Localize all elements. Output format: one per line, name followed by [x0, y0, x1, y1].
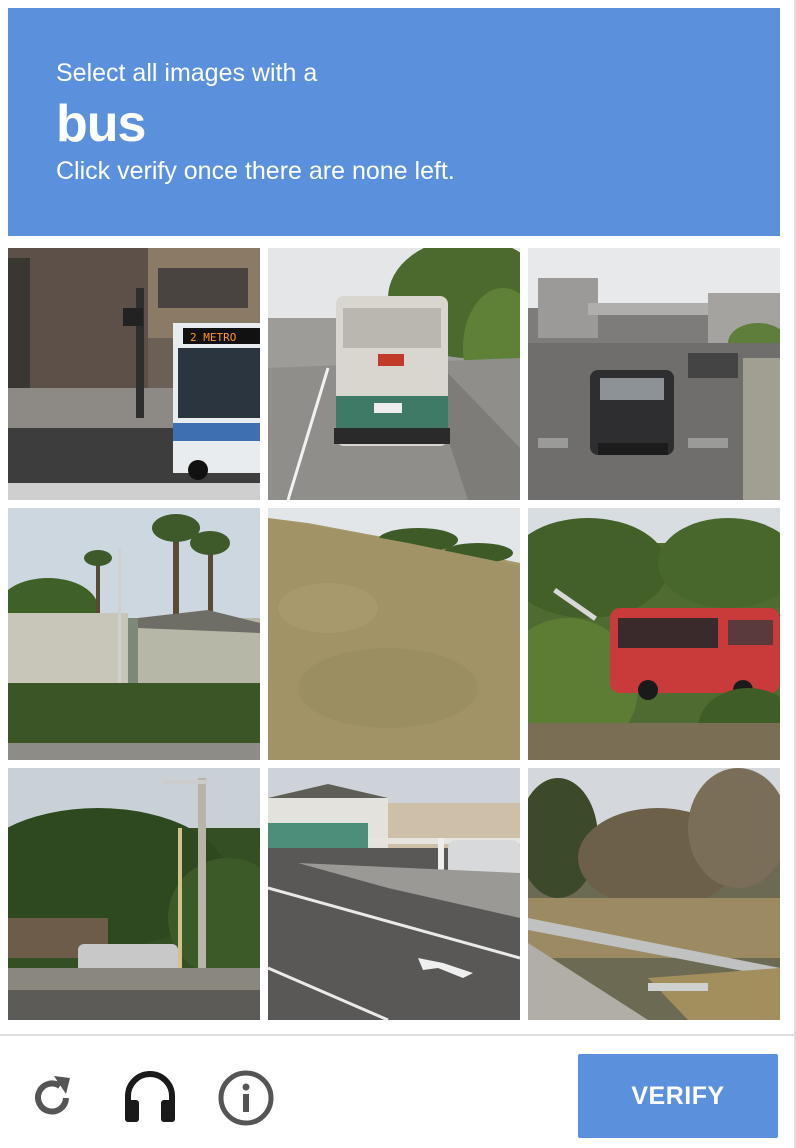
power-pole-trees-image — [8, 768, 260, 1020]
grassy-hill-image — [268, 508, 520, 760]
guard-rail-trees-image — [528, 768, 780, 1020]
image-tile-9[interactable] — [528, 768, 780, 1020]
reload-icon — [35, 1076, 70, 1115]
image-tile-5[interactable] — [268, 508, 520, 760]
captcha-challenge: Select all images with a bus Click verif… — [0, 0, 796, 1148]
target-keyword: bus — [56, 95, 146, 153]
info-icon — [218, 1070, 274, 1126]
instruction-text: Select all images with a — [56, 59, 318, 87]
street-suv-image — [528, 248, 780, 500]
image-tile-4[interactable] — [8, 508, 260, 760]
bus-rear-road-image — [268, 248, 520, 500]
reload-button[interactable] — [22, 1068, 82, 1128]
image-tile-6[interactable] — [528, 508, 780, 760]
image-tile-7[interactable] — [8, 768, 260, 1020]
red-bus-trees-image — [528, 508, 780, 760]
bus-intersection-image: 2 METRO — [8, 248, 260, 500]
image-tile-8[interactable] — [268, 768, 520, 1020]
footer-divider — [0, 1034, 794, 1036]
headphones-icon — [125, 1071, 175, 1122]
audio-challenge-button[interactable] — [120, 1068, 180, 1128]
palm-trees-house-image — [8, 508, 260, 760]
image-tile-3[interactable] — [528, 248, 780, 500]
challenge-header: Select all images with a bus Click verif… — [8, 8, 780, 236]
verify-button[interactable]: VERIFY — [578, 1054, 778, 1138]
instruction-subtext: Click verify once there are none left. — [56, 157, 455, 185]
image-tile-2[interactable] — [268, 248, 520, 500]
image-tile-1[interactable]: 2 METRO — [8, 248, 260, 500]
info-button[interactable] — [216, 1068, 276, 1128]
bus-destination-sign: 2 METRO — [190, 331, 236, 344]
parking-lot-image — [268, 768, 520, 1020]
